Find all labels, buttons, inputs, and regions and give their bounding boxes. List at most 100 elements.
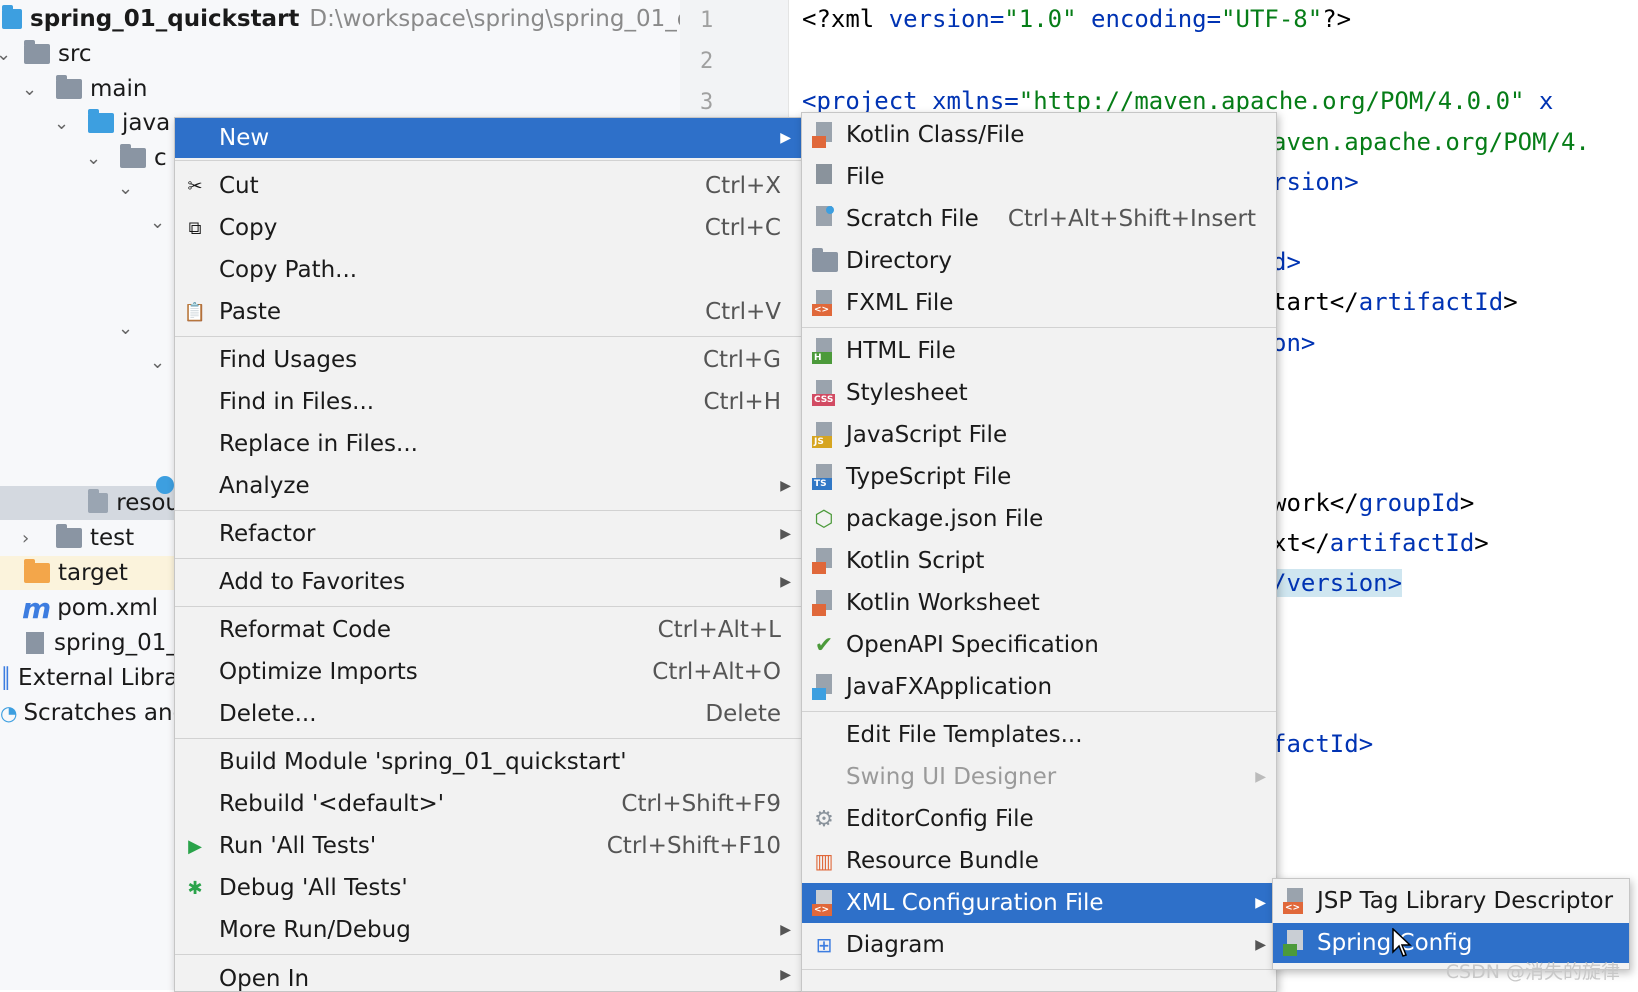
tree-item-label: c: [154, 145, 167, 171]
tree-item-src[interactable]: ⌄ src: [0, 37, 92, 71]
code-line-3: <project xmlns="http://maven.apache.org/…: [802, 87, 1554, 115]
code-fragment: aven.apache.org/POM/4.: [1272, 128, 1590, 156]
menu-item-package-json[interactable]: ⬡ package.json File: [802, 499, 1276, 539]
openapi-icon: ✔: [814, 632, 834, 658]
nodejs-icon: ⬡: [814, 506, 834, 532]
tree-project-root[interactable]: spring_01_quickstart D:\workspace\spring…: [0, 2, 725, 36]
tree-item-java[interactable]: ⌄ java: [0, 106, 170, 140]
chevron-down-icon[interactable]: ⌄: [86, 148, 101, 169]
menu-item-javafx-application[interactable]: JavaFXApplication: [802, 667, 1276, 707]
menu-item-new[interactable]: New ▶: [175, 118, 801, 158]
new-submenu: Kotlin Class/File File Scratch File Ctrl…: [801, 112, 1277, 992]
menu-item-optimize-imports[interactable]: Optimize Imports Ctrl+Alt+O: [175, 652, 801, 692]
chevron-down-icon[interactable]: ⌄: [150, 352, 165, 373]
menu-item-open-in[interactable]: Open In ▶: [175, 958, 801, 992]
module-icon: [2, 5, 22, 29]
menu-item-replace-in-files[interactable]: Replace in Files...: [175, 424, 801, 464]
menu-item-html-file[interactable]: H HTML File: [802, 331, 1276, 371]
menu-item-reformat-code[interactable]: Reformat Code Ctrl+Alt+L: [175, 610, 801, 650]
menu-item-find-usages[interactable]: Find Usages Ctrl+G: [175, 340, 801, 380]
typescript-file-icon: TS: [812, 464, 834, 490]
diagram-icon: ⊞: [815, 933, 833, 957]
menu-item-edit-file-templates[interactable]: Edit File Templates...: [802, 715, 1276, 755]
chevron-down-icon[interactable]: ⌄: [54, 113, 69, 134]
resource-bundle-icon: ▥: [814, 849, 834, 873]
menu-item-scratch-file[interactable]: Scratch File Ctrl+Alt+Shift+Insert: [802, 199, 1276, 239]
menu-item-fxml-file[interactable]: <> FXML File: [802, 283, 1276, 323]
menu-item-refactor[interactable]: Refactor ▶: [175, 514, 801, 554]
menu-separator: [175, 160, 801, 161]
tree-item-scratches[interactable]: ◔ Scratches anc: [0, 696, 185, 730]
project-path: D:\workspace\spring\spring_01_quic: [309, 6, 725, 32]
tree-item-test[interactable]: › test: [0, 521, 134, 555]
folder-icon: [24, 40, 50, 64]
menu-item-rebuild[interactable]: Rebuild '<default>' Ctrl+Shift+F9: [175, 784, 801, 824]
menu-item-analyze[interactable]: Analyze ▶: [175, 466, 801, 506]
chevron-down-icon[interactable]: ⌄: [118, 318, 133, 339]
tree-item-label: Scratches anc: [23, 700, 186, 726]
chevron-down-icon[interactable]: ⌄: [0, 44, 11, 65]
menu-separator: [175, 738, 801, 739]
menu-item-diagram[interactable]: ⊞ Diagram ▶: [802, 925, 1276, 965]
tree-item-label: External Libra: [18, 665, 179, 691]
tree-item-label: main: [90, 76, 148, 102]
menu-separator: [175, 336, 801, 337]
code-fragment: factId>: [1272, 730, 1374, 758]
watermark: CSDN @消失的旋律: [1445, 961, 1620, 983]
menu-item-build-module[interactable]: Build Module 'spring_01_quickstart': [175, 742, 801, 782]
line-number: 2: [700, 49, 714, 74]
menu-separator: [175, 606, 801, 607]
chevron-down-icon[interactable]: ⌄: [22, 79, 37, 100]
menu-separator: [175, 510, 801, 511]
tree-item-label: java: [122, 110, 171, 136]
menu-item-find-in-files[interactable]: Find in Files... Ctrl+H: [175, 382, 801, 422]
menu-item-jsp-tag-library[interactable]: <> JSP Tag Library Descriptor: [1273, 881, 1629, 921]
menu-item-editorconfig[interactable]: ⚙ EditorConfig File: [802, 799, 1276, 839]
menu-item-file[interactable]: File: [802, 157, 1276, 197]
menu-separator: [175, 954, 801, 955]
menu-item-openapi[interactable]: ✔ OpenAPI Specification: [802, 625, 1276, 665]
menu-item-stylesheet[interactable]: CSS Stylesheet: [802, 373, 1276, 413]
submenu-arrow-icon: ▶: [780, 966, 791, 983]
menu-separator: [175, 558, 801, 559]
menu-item-more-run-debug[interactable]: More Run/Debug ▶: [175, 910, 801, 950]
tree-item-external-libraries[interactable]: ║ External Libra: [0, 661, 178, 695]
menu-item-run-tests[interactable]: ▶ Run 'All Tests' Ctrl+Shift+F10: [175, 826, 801, 866]
menu-item-kotlin-worksheet[interactable]: Kotlin Worksheet: [802, 583, 1276, 623]
code-fragment: on>: [1272, 329, 1316, 357]
tree-item-iml[interactable]: spring_01_: [0, 626, 178, 660]
tree-item-main[interactable]: ⌄ main: [0, 72, 147, 106]
project-name: spring_01_quickstart: [30, 6, 300, 32]
menu-item-delete[interactable]: Delete... Delete: [175, 694, 801, 734]
menu-item-add-to-favorites[interactable]: Add to Favorites ▶: [175, 562, 801, 602]
chevron-right-icon[interactable]: ›: [22, 528, 29, 549]
line-number: 1: [700, 8, 714, 33]
menu-item-javascript-file[interactable]: JS JavaScript File: [802, 415, 1276, 455]
menu-item-kotlin-script[interactable]: Kotlin Script: [802, 541, 1276, 581]
menu-item-copy-path[interactable]: Copy Path...: [175, 250, 801, 290]
menu-item-paste[interactable]: 📋 Paste Ctrl+V: [175, 292, 801, 332]
menu-item-resource-bundle[interactable]: ▥ Resource Bundle: [802, 841, 1276, 881]
menu-item-debug-tests[interactable]: ✱ Debug 'All Tests': [175, 868, 801, 908]
menu-item-directory[interactable]: Directory: [802, 241, 1276, 281]
chevron-down-icon[interactable]: ⌄: [118, 178, 133, 199]
fxml-file-icon: <>: [812, 290, 834, 316]
menu-item-typescript-file[interactable]: TS TypeScript File: [802, 457, 1276, 497]
tree-item-resources[interactable]: resou: [0, 486, 180, 520]
tree-item-target[interactable]: target: [0, 556, 180, 590]
tree-item-package[interactable]: ⌄ c: [0, 141, 167, 175]
chevron-down-icon[interactable]: ⌄: [150, 212, 165, 233]
tree-item-pom[interactable]: m pom.xml: [0, 591, 158, 625]
menu-item-xml-configuration-file[interactable]: <> XML Configuration File ▶: [802, 883, 1276, 923]
menu-item-kotlin-class[interactable]: Kotlin Class/File: [802, 115, 1276, 155]
menu-item-cut[interactable]: ✂ Cut Ctrl+X: [175, 166, 801, 206]
tree-item-label: test: [90, 525, 135, 551]
scissors-icon: ✂: [187, 175, 203, 197]
tree-item-label: spring_01_: [54, 630, 178, 656]
class-icon: [156, 476, 174, 494]
menu-item-swing-ui-designer[interactable]: Swing UI Designer ▶: [802, 757, 1276, 797]
excluded-folder-icon: [24, 559, 50, 583]
run-icon: ▶: [188, 835, 202, 857]
resources-folder-icon: [88, 489, 109, 513]
menu-item-copy[interactable]: ⧉ Copy Ctrl+C: [175, 208, 801, 248]
